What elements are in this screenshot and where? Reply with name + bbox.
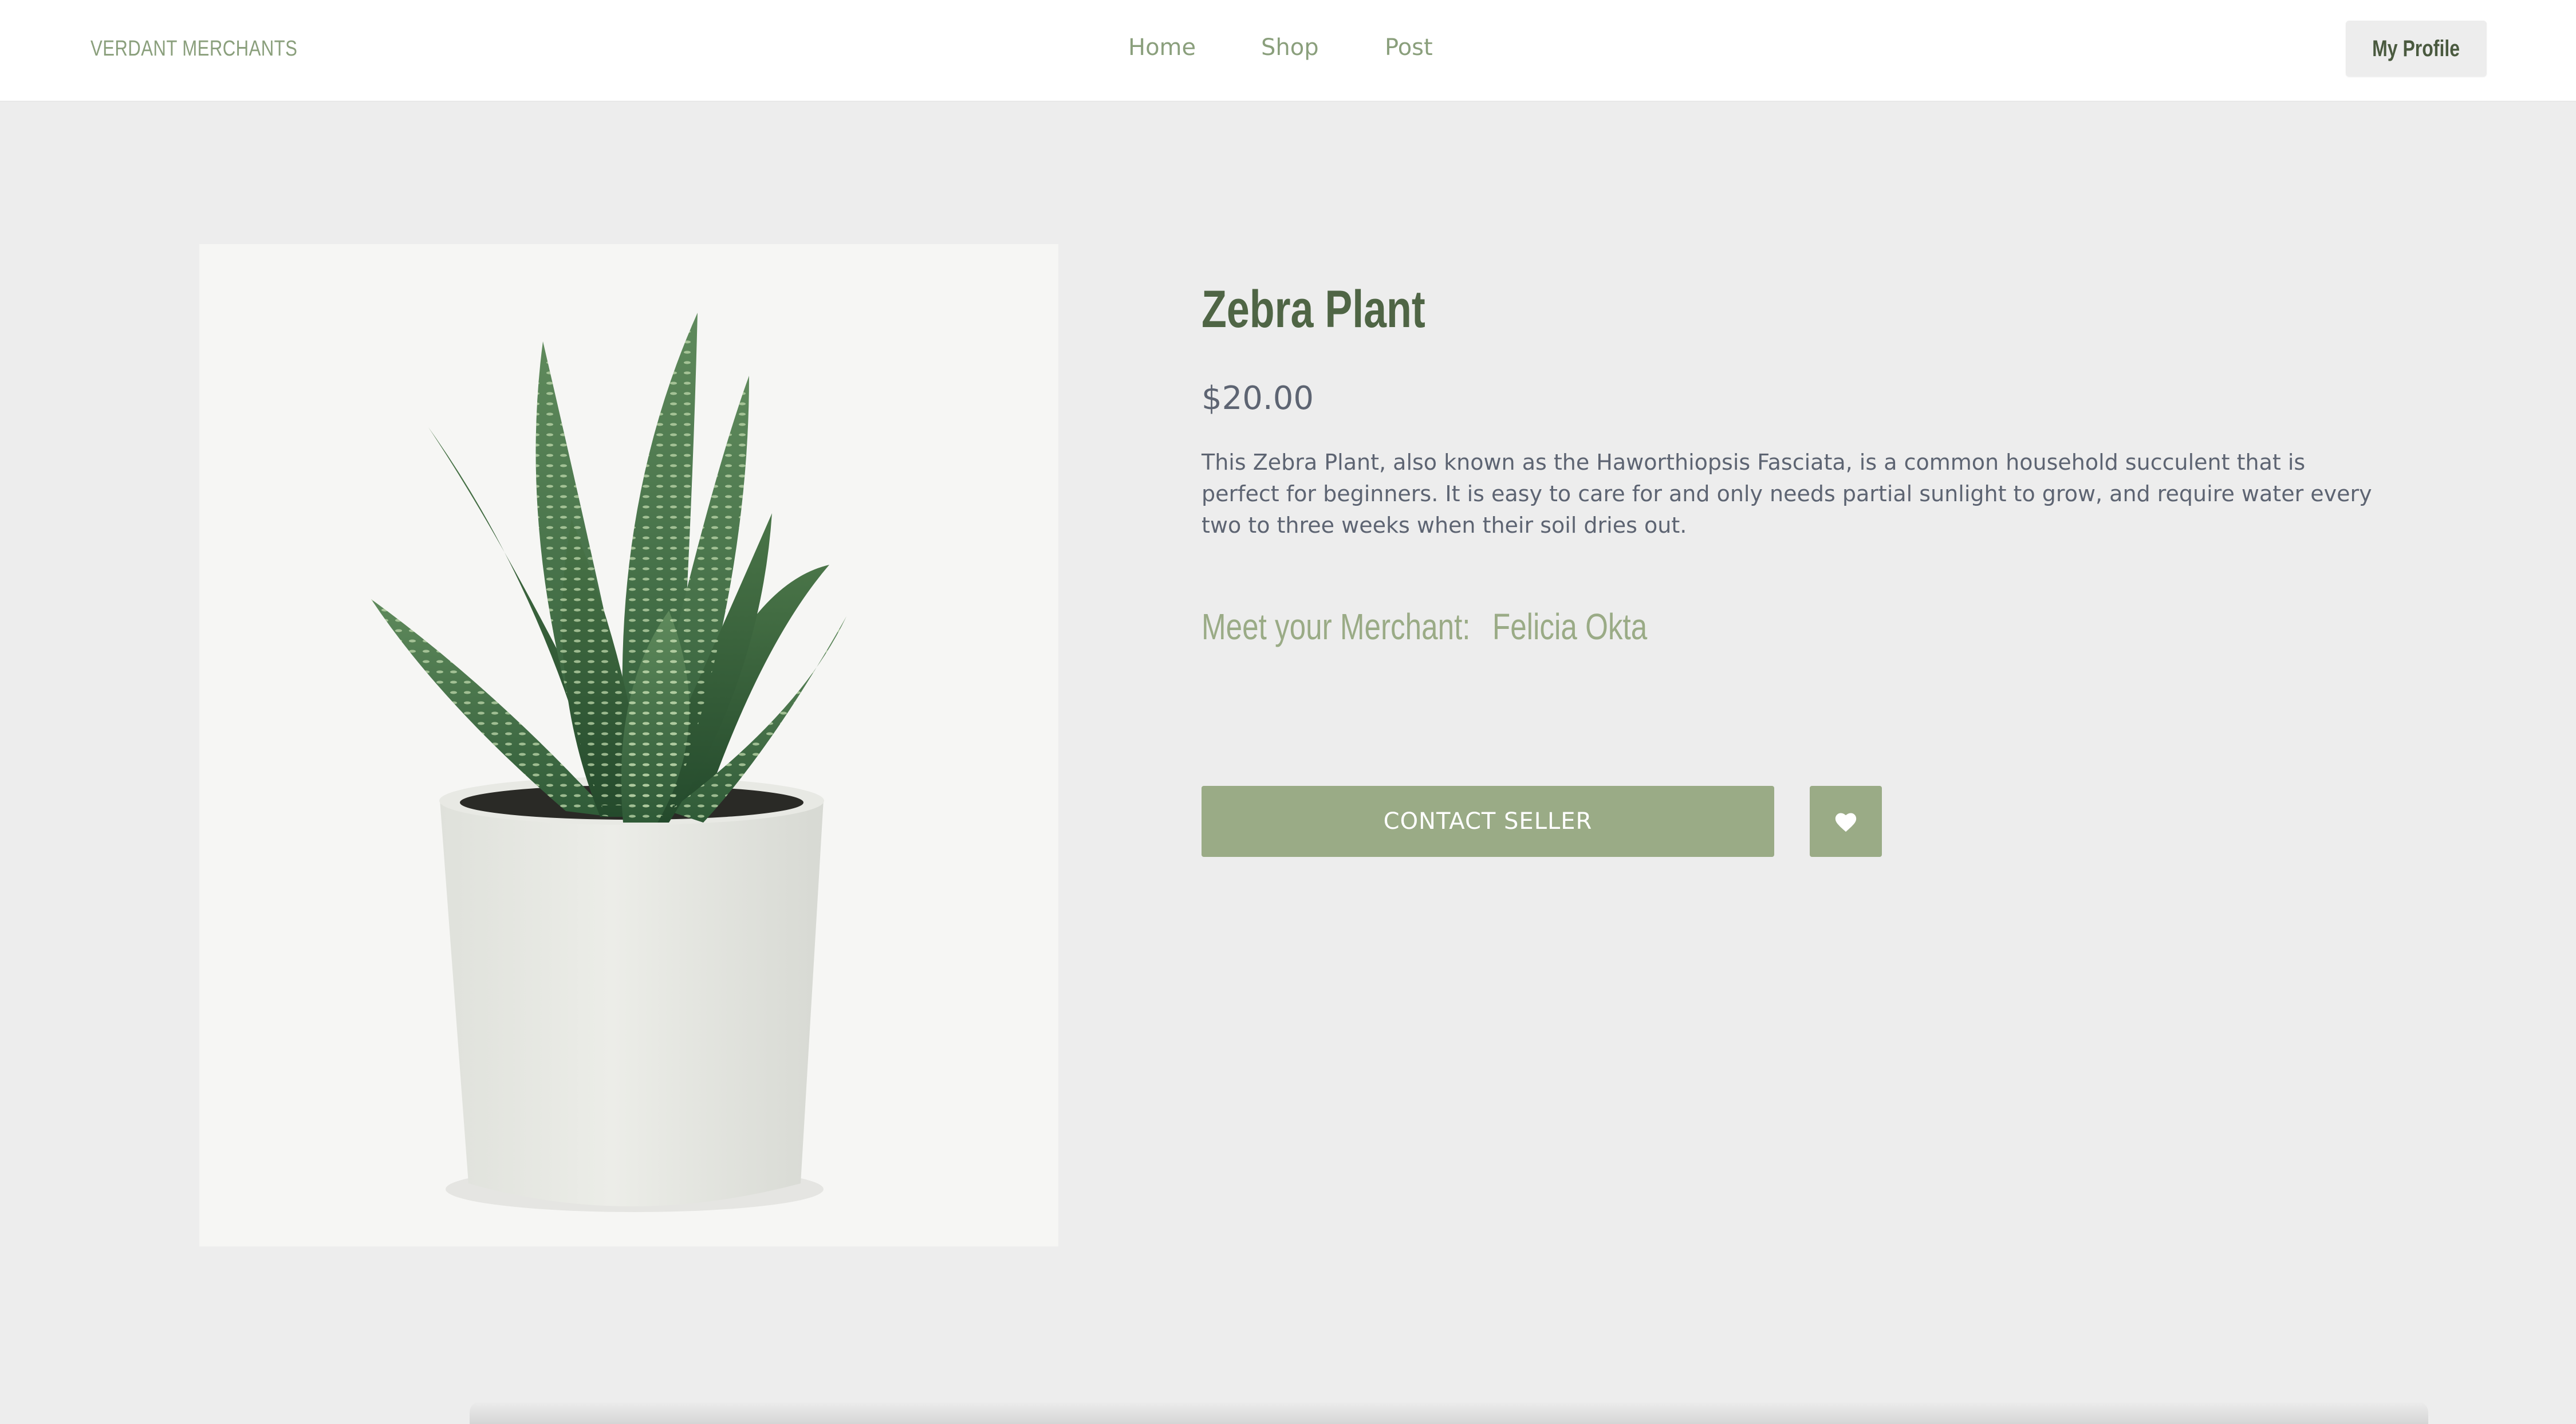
product-price: $20.00 — [1202, 380, 1314, 417]
heart-icon — [1835, 813, 1857, 832]
my-profile-label: My Profile — [2372, 36, 2460, 61]
brand-logo[interactable]: VERDANT MERCHANTS — [90, 34, 297, 63]
top-navbar: VERDANT MERCHANTS Home Shop Post My Prof… — [0, 0, 2576, 101]
my-profile-button[interactable]: My Profile — [2346, 21, 2487, 77]
product-description: This Zebra Plant, also known as the Hawo… — [1202, 450, 2372, 538]
product-image — [199, 244, 1058, 1246]
succulent-illustration — [199, 244, 1058, 1246]
footer-edge — [470, 1401, 2428, 1424]
merchant-line: Meet your Merchant: Felicia Okta — [1202, 598, 1647, 655]
merchant-name-link[interactable]: Felicia Okta — [1492, 605, 1647, 648]
nav-home-link[interactable]: Home — [1128, 0, 1196, 95]
product-title: Zebra Plant — [1202, 280, 1425, 339]
merchant-label: Meet your Merchant: — [1202, 606, 1471, 647]
favorite-button[interactable] — [1810, 786, 1882, 857]
nav-shop-link[interactable]: Shop — [1261, 0, 1319, 95]
contact-seller-button[interactable]: CONTACT SELLER — [1202, 786, 1774, 857]
nav-post-link[interactable]: Post — [1385, 0, 1433, 95]
